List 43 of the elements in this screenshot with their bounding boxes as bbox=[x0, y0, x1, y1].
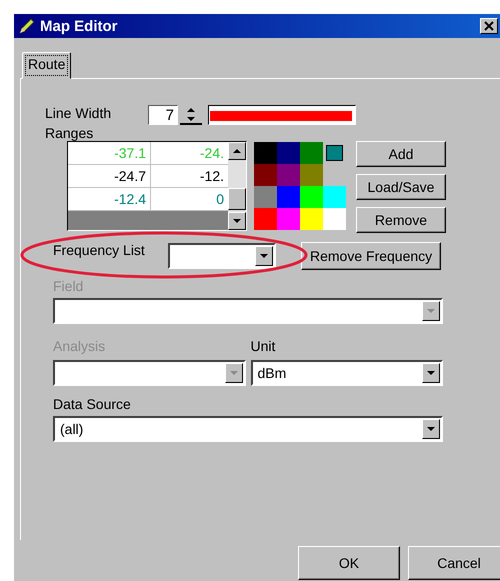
field-label: Ranges bbox=[45, 125, 94, 141]
field-dropdown[interactable] bbox=[53, 298, 443, 324]
field-label: Unit bbox=[250, 338, 276, 354]
color-swatch[interactable] bbox=[323, 208, 346, 230]
color-swatch[interactable] bbox=[323, 186, 346, 208]
spin-field[interactable]: 7 bbox=[148, 105, 178, 125]
color-swatch[interactable] bbox=[277, 142, 300, 164]
unit-dropdown[interactable]: dBm bbox=[250, 360, 443, 386]
color-swatch[interactable] bbox=[300, 164, 323, 186]
scroll-bar[interactable] bbox=[228, 142, 246, 230]
color-swatch[interactable] bbox=[300, 208, 323, 230]
field-label: Line Width bbox=[45, 105, 112, 121]
color-swatch[interactable] bbox=[254, 142, 277, 164]
color-swatch[interactable] bbox=[326, 145, 343, 161]
range-button[interactable]: Add bbox=[356, 141, 446, 167]
window-title: Map Editor bbox=[40, 18, 118, 34]
dialog-button[interactable]: OK bbox=[298, 546, 400, 580]
frequency-dropdown[interactable] bbox=[168, 243, 276, 269]
remove-frequency-button[interactable]: Remove Frequency bbox=[301, 242, 442, 270]
color-swatch[interactable] bbox=[277, 208, 300, 230]
analysis-dropdown[interactable] bbox=[53, 360, 246, 386]
range-button[interactable]: Load/Save bbox=[356, 174, 446, 200]
table-cell: -37.1 bbox=[68, 142, 151, 164]
tab[interactable]: Route bbox=[22, 52, 72, 79]
field-label: Data Source bbox=[53, 396, 131, 412]
color-swatch[interactable] bbox=[254, 164, 277, 186]
table-cell: -24.7 bbox=[68, 165, 151, 187]
color-swatch[interactable] bbox=[277, 186, 300, 208]
range-button[interactable]: Remove bbox=[356, 207, 446, 233]
color-swatch[interactable] bbox=[300, 142, 323, 164]
table-cell: -12.4 bbox=[68, 188, 151, 210]
dialog-button[interactable]: Cancel bbox=[408, 546, 500, 580]
data-source-dropdown[interactable]: (all) bbox=[53, 416, 443, 442]
color-swatch[interactable] bbox=[254, 186, 277, 208]
table-cell-text: 0 bbox=[215, 190, 225, 209]
pencil-icon bbox=[18, 17, 36, 35]
table-cell-text: -12. bbox=[198, 167, 225, 186]
color-swatch[interactable] bbox=[300, 186, 323, 208]
table-cell-text: -24. bbox=[198, 144, 225, 163]
close-button[interactable] bbox=[480, 18, 498, 34]
field-label: Frequency List bbox=[53, 242, 146, 258]
color-swatch[interactable] bbox=[254, 208, 277, 230]
color-swatch[interactable] bbox=[277, 164, 300, 186]
